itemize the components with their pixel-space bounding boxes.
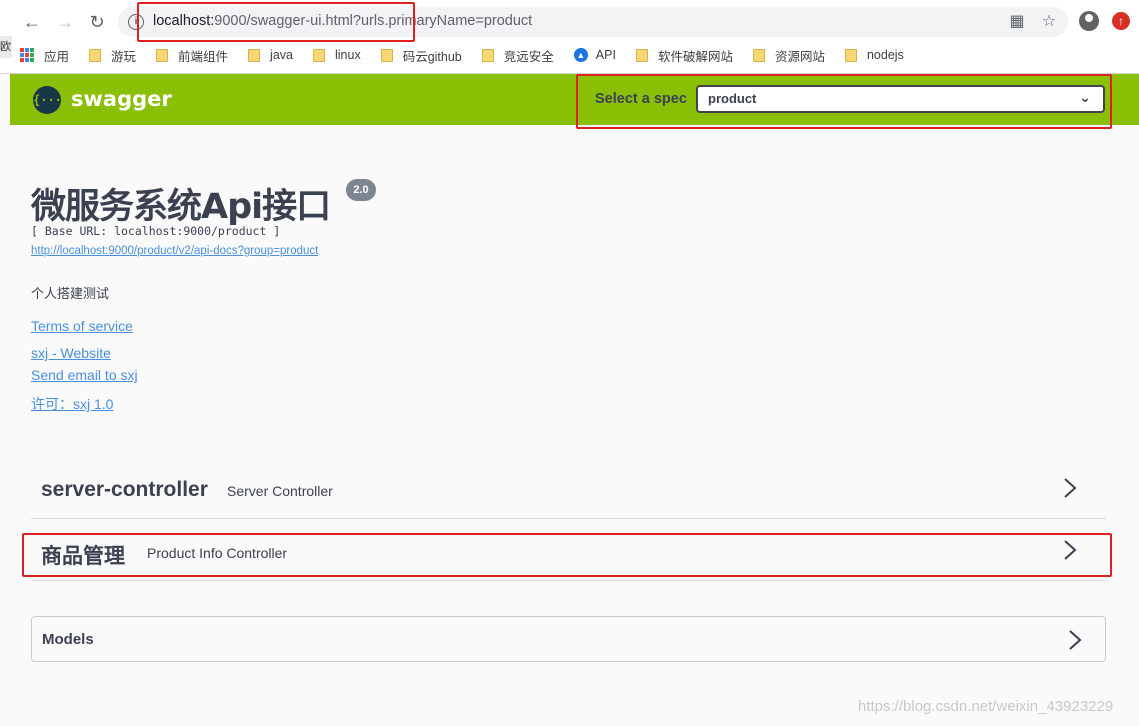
tag-name: 商品管理: [41, 545, 125, 568]
edge-strip: 欧: [0, 36, 12, 58]
forward-icon[interactable]: →: [53, 10, 77, 34]
folder-icon: [844, 48, 857, 62]
bookmark-label: 资源网站: [774, 49, 825, 64]
url-path: 9000/swagger-ui.html?urls.primaryName=pr…: [214, 13, 533, 29]
folder-icon: [312, 48, 325, 62]
chevron-down-icon: ⌄: [1079, 89, 1091, 105]
bookmark-folder[interactable]: 竞远安全: [481, 46, 554, 65]
folder-icon: [481, 48, 494, 62]
contact-website-link[interactable]: sxj - Website: [31, 345, 111, 361]
api-description: 个人搭建测试: [31, 286, 110, 301]
bookmark-label: 软件破解网站: [657, 49, 733, 64]
address-bar[interactable]: i localhost:9000/swagger-ui.html?urls.pr…: [118, 7, 1068, 37]
browser-toolbar: 欧 ← → ↻ i localhost:9000/swagger-ui.html…: [0, 0, 1139, 74]
bookmark-folder[interactable]: 资源网站: [752, 46, 825, 65]
url-host: localhost:: [153, 13, 215, 29]
version-badge: 2.0: [346, 179, 376, 201]
info-icon[interactable]: i: [128, 14, 144, 30]
contact-email-link[interactable]: Send email to sxj: [31, 367, 138, 383]
bookmark-label: 前端组件: [178, 49, 229, 64]
profile-icon[interactable]: [1079, 11, 1099, 31]
spec-label: Select a spec: [595, 91, 687, 107]
bookmark-folder[interactable]: java: [248, 48, 293, 62]
bookmark-label: nodejs: [866, 48, 904, 62]
swagger-main: 微服务系统Api接口 2.0 [ Base URL: localhost:900…: [0, 125, 1139, 726]
back-icon[interactable]: ←: [20, 10, 44, 34]
terms-of-service-link[interactable]: Terms of service: [31, 318, 133, 334]
swagger-topbar: {···} swagger Select a spec product ⌄: [10, 74, 1139, 125]
folder-icon: [380, 48, 393, 62]
bookmark-label: java: [270, 48, 293, 62]
bookmark-folder[interactable]: nodejs: [844, 48, 904, 62]
folder-icon: [635, 48, 648, 62]
update-icon[interactable]: ↑: [1112, 12, 1130, 30]
bookmark-folder[interactable]: 软件破解网站: [635, 46, 733, 65]
bookmark-apps[interactable]: 应用: [20, 46, 69, 65]
models-label: Models: [42, 631, 94, 648]
tag-description: Product Info Controller: [147, 545, 288, 561]
swagger-logo-icon[interactable]: {···}: [33, 86, 69, 114]
address-url[interactable]: localhost:9000/swagger-ui.html?urls.prim…: [153, 13, 532, 29]
bookmark-label: 竞远安全: [503, 49, 554, 64]
base-url: [ Base URL: localhost:9000/product ]: [31, 224, 281, 238]
bookmark-folder[interactable]: linux: [312, 48, 361, 62]
tag-name: server-controller: [41, 478, 208, 501]
bookmarks-bar: 应用 游玩 前端组件 java linux 码云github 竞远安全 ▲ API…: [20, 44, 924, 66]
bookmark-label: 游玩: [111, 49, 137, 64]
license-link[interactable]: 许可：sxj 1.0: [31, 394, 113, 414]
bookmark-label: 码云github: [402, 49, 462, 64]
tag-product-info[interactable]: 商品管理 Product Info Controller: [31, 523, 1106, 581]
star-icon[interactable]: ☆: [1040, 13, 1058, 31]
chevron-right-icon: [1064, 478, 1077, 498]
folder-icon: [752, 48, 765, 62]
chevron-right-icon: [1069, 630, 1082, 650]
bookmark-label: linux: [334, 48, 361, 62]
bookmark-folder[interactable]: 游玩: [89, 46, 136, 65]
models-section[interactable]: Models: [31, 616, 1106, 662]
apps-grid-icon: [20, 48, 34, 62]
watermark: https://blog.csdn.net/weixin_43923229: [858, 698, 1114, 715]
translate-icon[interactable]: ▦: [1008, 13, 1026, 31]
page-title: 微服务系统Api接口: [31, 187, 331, 227]
bookmark-label: 应用: [44, 49, 70, 64]
bookmark-label: API: [595, 48, 616, 62]
folder-icon: [248, 48, 261, 62]
api-icon: ▲: [573, 48, 588, 62]
tag-description: Server Controller: [227, 483, 333, 499]
tag-server-controller[interactable]: server-controller Server Controller: [31, 461, 1106, 519]
chevron-right-icon: [1064, 540, 1077, 560]
bookmark-api[interactable]: ▲ API: [573, 48, 616, 62]
bookmark-folder[interactable]: 码云github: [380, 46, 462, 65]
folder-icon: [156, 48, 169, 62]
spec-select[interactable]: product ⌄: [696, 85, 1105, 113]
api-docs-link[interactable]: http://localhost:9000/product/v2/api-doc…: [31, 245, 318, 257]
swagger-logo-text[interactable]: swagger: [71, 87, 172, 111]
bookmark-folder[interactable]: 前端组件: [156, 46, 228, 65]
folder-icon: [89, 48, 102, 62]
reload-icon[interactable]: ↻: [85, 10, 109, 34]
spec-select-value: product: [708, 91, 757, 106]
